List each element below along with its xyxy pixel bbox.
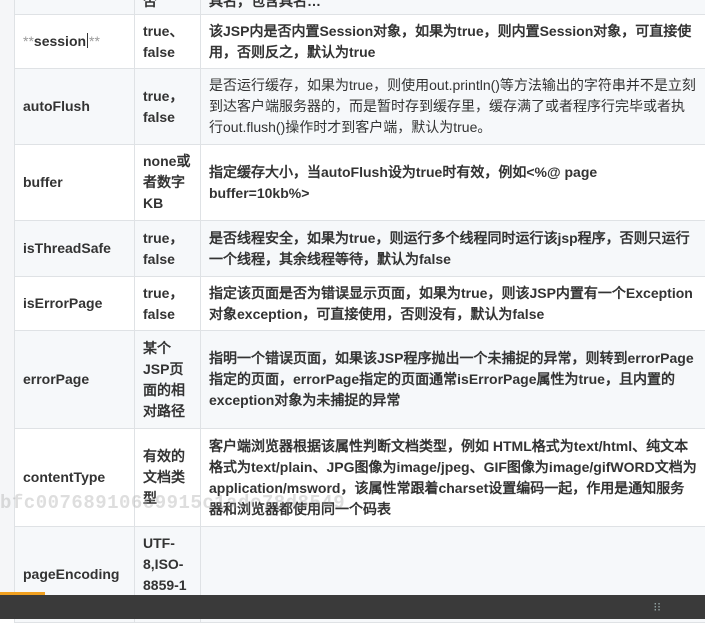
attr-desc: 是否线程安全，如果为true，则运行多个线程同时运行该jsp程序，否则只运行一个… xyxy=(201,221,705,277)
jsp-page-attributes-table: 否 具名，包含具名… **session** true、false 该JSP内是… xyxy=(14,0,705,623)
player-bottom-bar xyxy=(0,595,705,619)
table-row: **session** true、false 该JSP内是否内置Session对… xyxy=(15,15,705,69)
table-row: 否 具名，包含具名… xyxy=(15,0,705,15)
markdown-asterisks: ** xyxy=(89,33,100,49)
player-control-icon[interactable]: ⁝⁝ xyxy=(653,600,661,614)
document-page: 否 具名，包含具名… **session** true、false 该JSP内是… xyxy=(0,0,705,619)
table-cell xyxy=(15,0,135,15)
attr-value: true，false xyxy=(135,277,201,331)
text-cursor-icon xyxy=(87,33,88,48)
table-row: autoFlush true，false 是否运行缓存，如果为true，则使用o… xyxy=(15,69,705,145)
watermark-text: bfc007689106c9915c1adc78d8549 xyxy=(0,492,345,514)
attr-desc: 指定该页面是否为错误显示页面，如果为true，则该JSP内置有一个Excepti… xyxy=(201,277,705,331)
row-fragment-desc: 具名，包含具名… xyxy=(201,0,705,15)
table-row: isErrorPage true，false 指定该页面是否为错误显示页面，如果… xyxy=(15,277,705,331)
table-cell: 否 xyxy=(135,0,201,15)
attr-desc: 指明一个错误页面，如果该JSP程序抛出一个未捕捉的异常，则转到errorPage… xyxy=(201,331,705,429)
attr-value: 某个JSP页面的相对路径 xyxy=(135,331,201,429)
attr-desc: 是否运行缓存，如果为true，则使用out.println()等方法输出的字符串… xyxy=(201,69,705,145)
table-row: isThreadSafe true，false 是否线程安全，如果为true，则… xyxy=(15,221,705,277)
table-row: errorPage 某个JSP页面的相对路径 指明一个错误页面，如果该JSP程序… xyxy=(15,331,705,429)
attr-name-session: **session** xyxy=(15,15,135,69)
attr-desc: 指定缓存大小，当autoFlush设为true时有效，例如<%@ page bu… xyxy=(201,145,705,221)
attr-name: autoFlush xyxy=(15,69,135,145)
attr-value: true，false xyxy=(135,221,201,277)
attr-name: isThreadSafe xyxy=(15,221,135,277)
markdown-asterisks: ** xyxy=(23,33,34,49)
attr-value: true，false xyxy=(135,69,201,145)
attr-value: none或者数字KB xyxy=(135,145,201,221)
attr-desc: 该JSP内是否内置Session对象，如果为true，则内置Session对象，… xyxy=(201,15,705,69)
table-row: buffer none或者数字KB 指定缓存大小，当autoFlush设为tru… xyxy=(15,145,705,221)
attr-name: buffer xyxy=(15,145,135,221)
attr-name: errorPage xyxy=(15,331,135,429)
attr-name: isErrorPage xyxy=(15,277,135,331)
attr-value: true、false xyxy=(135,15,201,69)
